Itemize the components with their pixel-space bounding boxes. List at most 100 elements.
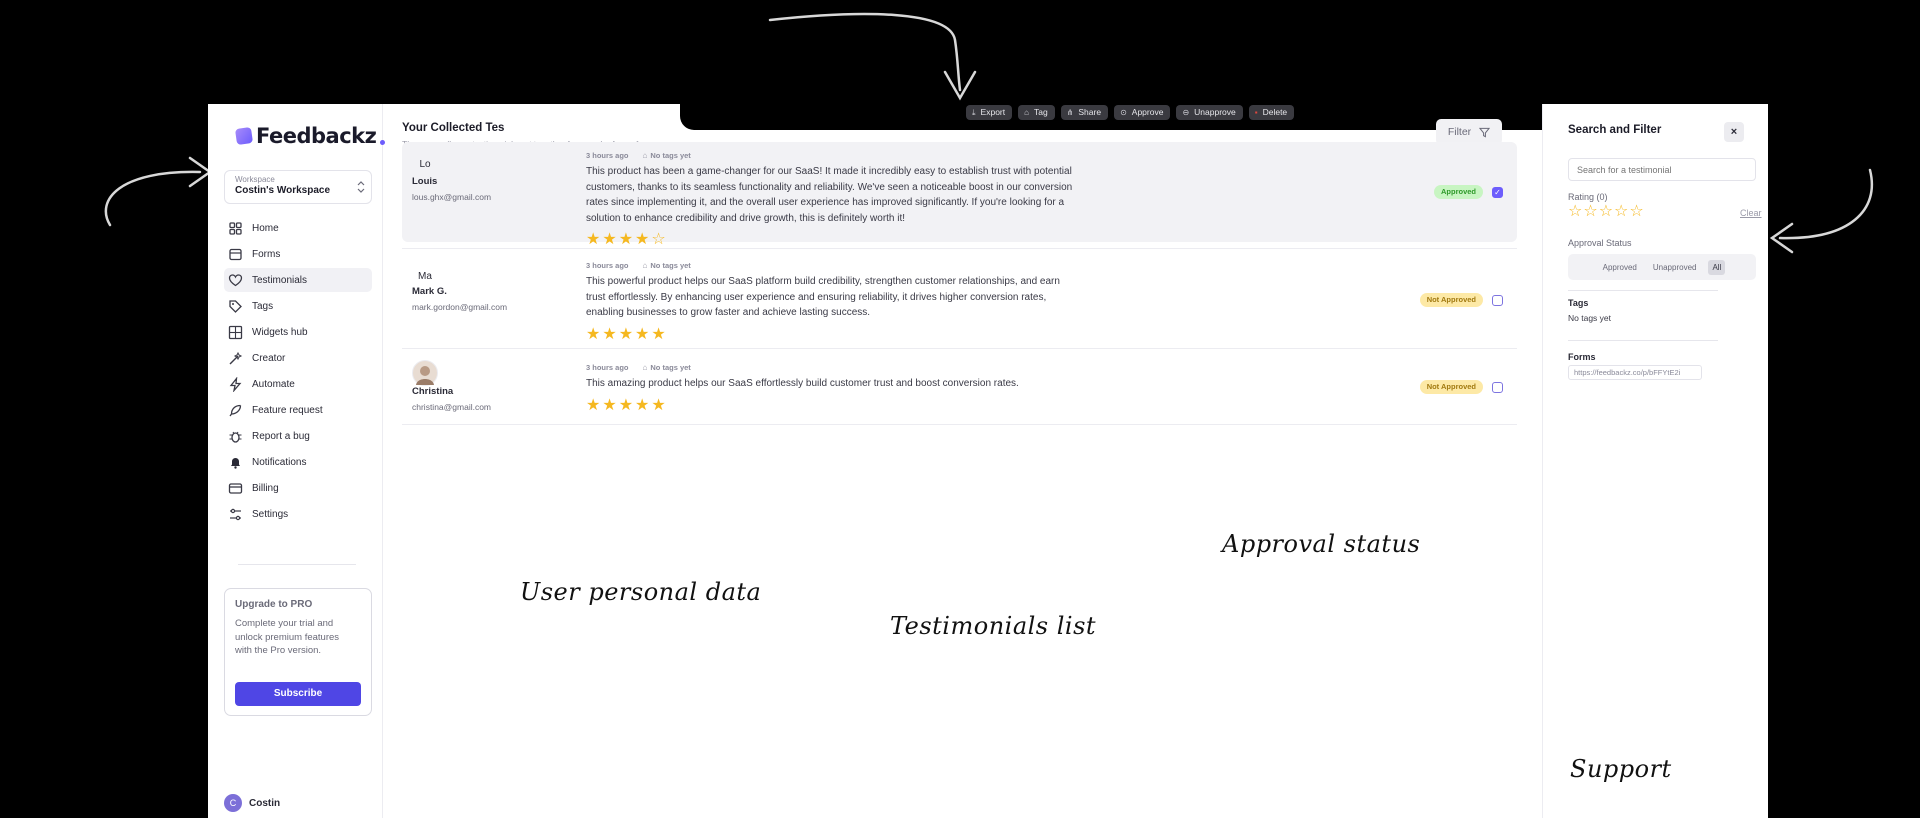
panel-divider <box>1568 340 1718 341</box>
top-arrow <box>768 12 962 92</box>
upgrade-title: Upgrade to PRO <box>235 599 313 610</box>
feather-icon <box>228 403 243 418</box>
star-icon[interactable]: ☆ <box>1599 204 1613 220</box>
sidebar-item-report-a-bug[interactable]: Report a bug <box>224 424 372 448</box>
rating-stars: ★ ★ ★ ★ ★ <box>586 325 666 343</box>
tags-text: No tags yet <box>650 261 691 270</box>
workspace-selector[interactable]: Workspace Costin's Workspace <box>224 170 372 204</box>
sidebar-item-forms[interactable]: Forms <box>224 242 372 266</box>
reviewer-name: Christina <box>412 386 454 397</box>
download-icon: ⤓ <box>972 108 976 117</box>
share-label: Share <box>1078 107 1102 117</box>
reviewer-email: christina@gmail.com <box>412 402 492 412</box>
sidebar-item-automate[interactable]: Automate <box>224 372 372 396</box>
testimonial-text: This product has been a game-changer for… <box>586 166 1073 224</box>
trash-icon: ▪ <box>1254 108 1258 117</box>
row-checkbox[interactable] <box>1492 294 1503 306</box>
star-icon: ★ <box>635 325 650 343</box>
sidebar-item-testimonials[interactable]: Testimonials <box>224 268 372 292</box>
panel-title: Search and Filter <box>1568 124 1662 136</box>
status-badge: Not Approved <box>1419 293 1483 307</box>
grid-icon <box>228 221 243 236</box>
star-icon: ★ <box>635 396 650 414</box>
testimonial-row[interactable]: Lo Louis lous.ghx@gmail.com 3 hours ago ⌂ No … <box>402 142 1517 248</box>
form-link-chip[interactable]: https://feedbackz.co/p/bFFYtE2i <box>1568 365 1702 380</box>
sidebar-item-label: Automate <box>252 378 295 390</box>
page-title: Your Collected Tes <box>402 122 505 134</box>
testimonial-text: This powerful product helps our SaaS pla… <box>586 276 1060 318</box>
testimonial-row[interactable]: Ma Mark G. mark.gordon@gmail.com 3 hours ag… <box>402 254 1517 346</box>
star-icon[interactable]: ☆ <box>1568 204 1582 220</box>
sliders-icon <box>228 507 243 522</box>
approval-option-approved[interactable]: Approved <box>1599 260 1641 275</box>
sidebar-item-billing[interactable]: Billing <box>224 476 372 500</box>
star-icon[interactable]: ☆ <box>1614 204 1628 220</box>
approval-option-all[interactable]: All <box>1708 259 1726 275</box>
sidebar-item-widgets-hub[interactable]: Widgets hub <box>224 320 372 344</box>
sidebar-item-notifications[interactable]: Notifications <box>224 450 372 474</box>
rating-filter-stars[interactable]: ☆ ☆ ☆ ☆ ☆ <box>1568 204 1644 220</box>
form-icon <box>228 247 243 262</box>
clear-rating-link[interactable]: Clear <box>1740 208 1762 218</box>
approval-segmented-control: Approved Unapproved All <box>1568 254 1756 280</box>
sidebar-item-label: Billing <box>252 482 279 494</box>
logo[interactable]: Feedbackz <box>234 124 386 148</box>
annotation-user-data: User personal data <box>520 578 762 606</box>
tag-icon: ⌂ <box>1024 108 1029 117</box>
star-icon: ☆ <box>651 231 666 248</box>
user-name: Costin <box>249 797 281 809</box>
tag-icon: ⌂ <box>642 363 648 372</box>
tags-indicator: ⌂ No tags yet <box>643 261 691 270</box>
sidebar-item-label: Widgets hub <box>252 326 308 338</box>
right-arrow <box>1778 168 1874 240</box>
approve-button[interactable]: ⊙ Approve <box>1114 105 1171 120</box>
testimonial-row[interactable]: Christina christina@gmail.com 3 hours ago ⌂… <box>402 352 1517 422</box>
share-button[interactable]: ⋔ Share <box>1060 105 1109 120</box>
star-icon[interactable]: ☆ <box>1629 204 1643 220</box>
sidebar-item-label: Report a bug <box>252 430 310 442</box>
sidebar-item-label: Creator <box>252 352 286 364</box>
close-button[interactable]: × <box>1724 122 1744 142</box>
star-icon: ★ <box>618 325 634 343</box>
sidebar-item-label: Settings <box>252 508 289 520</box>
user-profile[interactable]: C Costin <box>224 794 280 812</box>
sidebar-item-feature-request[interactable]: Feature request <box>224 398 372 422</box>
row-divider <box>402 248 1517 249</box>
star-icon: ★ <box>602 231 617 248</box>
sidebar-item-settings[interactable]: Settings <box>224 502 372 526</box>
tags-indicator: ⌂ No tags yet <box>643 363 691 372</box>
search-filter-panel: Search and Filter × Rating (0) ☆☆☆☆☆ Cle… <box>1542 104 1768 818</box>
tag-button[interactable]: ⌂ Tag <box>1018 105 1055 120</box>
app-window: Feedbackz Workspace Costin's Workspace H… <box>208 104 1768 818</box>
panel-divider <box>1568 290 1718 291</box>
avatar <box>412 360 438 386</box>
star-icon: ★ <box>651 396 666 414</box>
star-icon: ★ <box>635 231 650 248</box>
export-button[interactable]: ⤓ Export <box>966 105 1013 120</box>
sidebar-item-creator[interactable]: Creator <box>224 346 372 370</box>
delete-button[interactable]: ▪ Delete <box>1248 105 1295 120</box>
sidebar-item-tags[interactable]: Tags <box>224 294 372 318</box>
unapprove-button[interactable]: ⊖ Unapprove <box>1176 105 1243 120</box>
reviewer-email: mark.gordon@gmail.com <box>412 302 508 312</box>
star-icon: ★ <box>618 231 634 248</box>
approval-option-unapproved[interactable]: Unapproved <box>1649 260 1701 275</box>
subscribe-button[interactable]: Subscribe <box>235 682 361 706</box>
bug-icon <box>228 429 243 444</box>
brand-name: Feedbackz <box>256 124 377 148</box>
annotation-support: Support <box>1570 755 1672 783</box>
star-icon[interactable]: ☆ <box>1583 204 1597 220</box>
sidebar-item-label: Testimonials <box>252 274 308 286</box>
star-icon: ★ <box>586 325 601 343</box>
row-checkbox[interactable]: ✓ <box>1492 186 1503 198</box>
tag-icon <box>228 299 243 314</box>
star-icon: ★ <box>586 231 601 248</box>
star-icon: ★ <box>651 325 666 343</box>
tag-icon: ⌂ <box>642 261 648 270</box>
unapprove-label: Unapprove <box>1194 107 1236 117</box>
workspace-label: Workspace <box>235 175 275 184</box>
row-checkbox[interactable] <box>1492 381 1503 393</box>
search-input[interactable] <box>1568 158 1756 181</box>
sidebar-item-home[interactable]: Home <box>224 216 372 240</box>
funnel-icon <box>1479 127 1491 137</box>
